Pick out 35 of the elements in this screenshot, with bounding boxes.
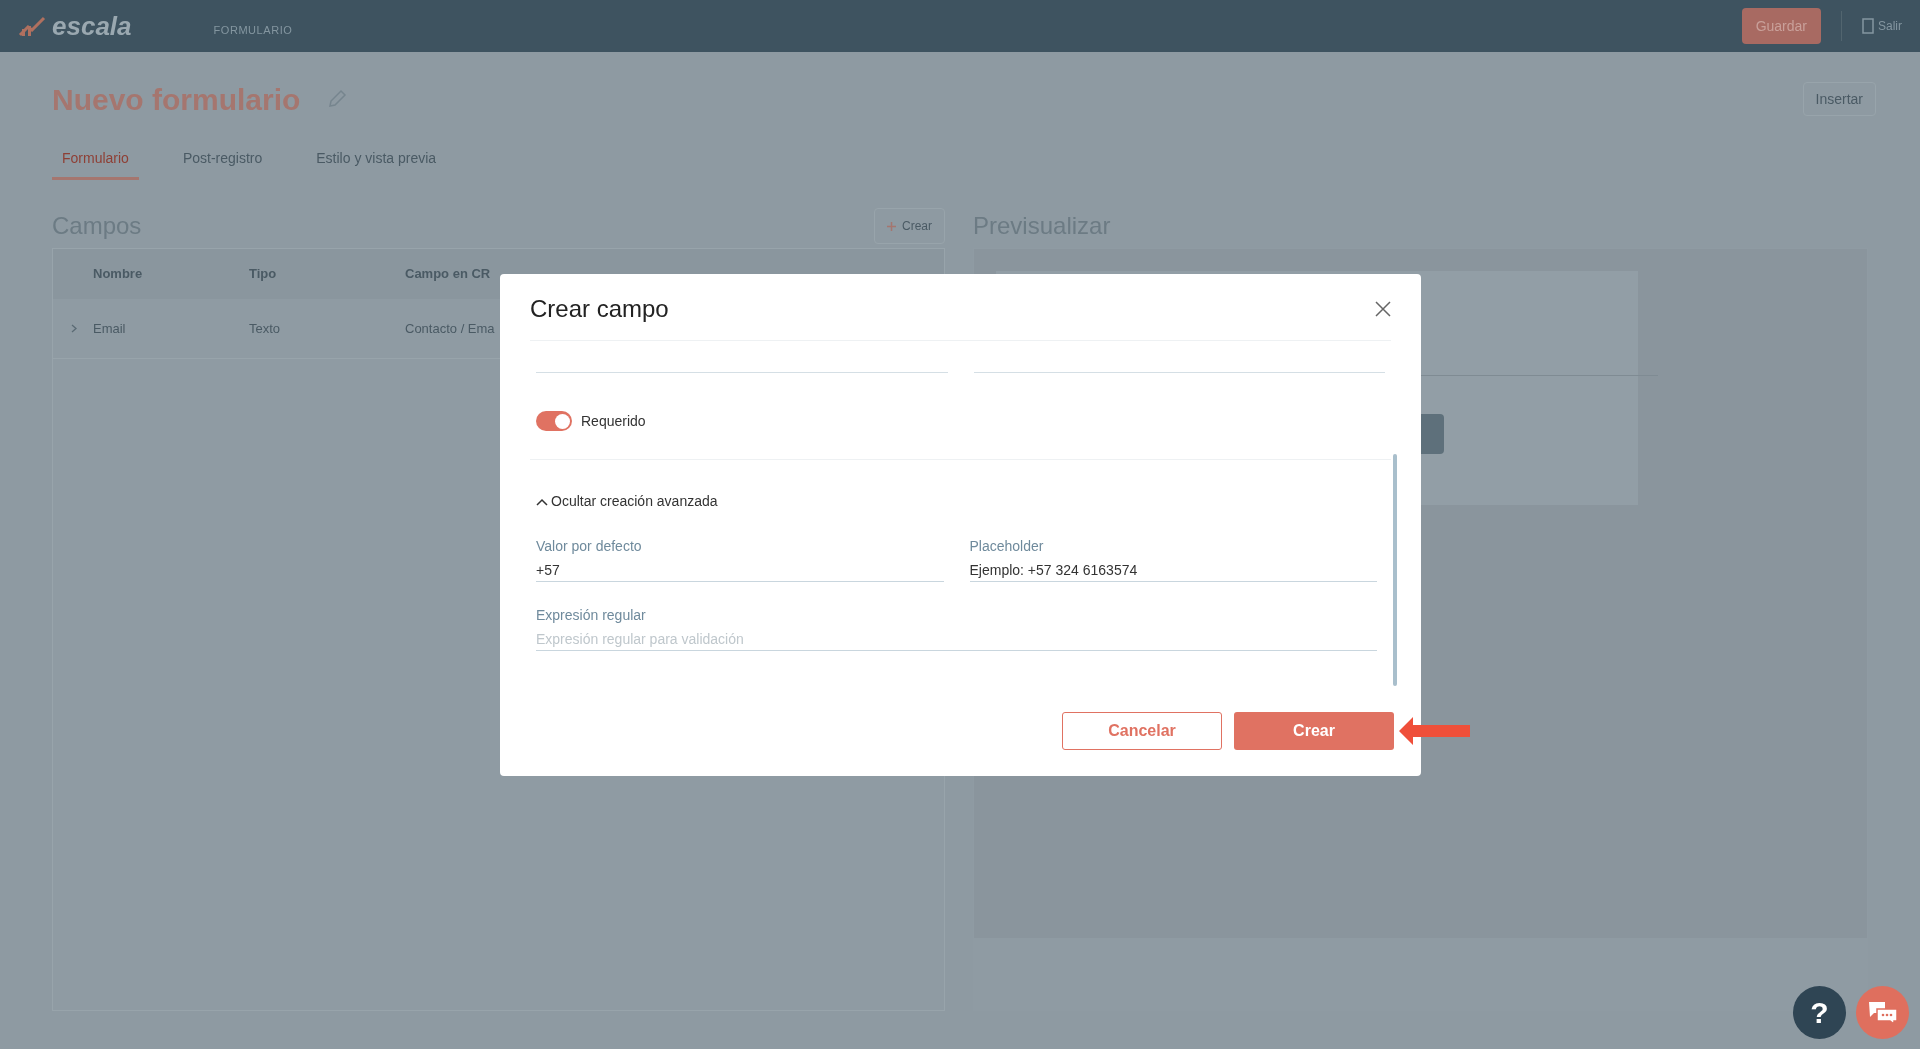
create-button[interactable]: Crear (1234, 712, 1394, 750)
field-label: Placeholder (969, 537, 1045, 554)
chevron-right-icon[interactable] (71, 324, 77, 333)
switch-label: Requerido (581, 411, 646, 431)
table-cell-text: Texto (249, 319, 282, 338)
modal-title: Crear campo (530, 294, 669, 324)
required-switch[interactable] (536, 411, 572, 431)
column-header: Tipo (249, 265, 278, 284)
text-field[interactable]: Ejemplo: +57 324 6163574 (969, 558, 1377, 582)
advanced-toggle[interactable]: Ocultar creación avanzada (536, 491, 718, 512)
chat-icon (1867, 1000, 1898, 1025)
table-cell-text: Contacto / Ema (405, 319, 496, 338)
create-button[interactable]: Crear (874, 208, 945, 244)
logo-icon (18, 15, 48, 37)
column-header: Campo en CR (405, 265, 492, 284)
cancel-button[interactable]: Cancelar (1062, 712, 1222, 750)
text-field[interactable]: Expresión regular para validación (536, 627, 1377, 651)
text-field[interactable]: +57 (536, 558, 944, 582)
close-icon[interactable] (1375, 301, 1391, 317)
exit-button[interactable]: Salir (1878, 17, 1902, 35)
tab[interactable]: Estilo y vista previa (306, 140, 447, 180)
chat-button[interactable] (1856, 986, 1909, 1039)
table-cell-text: Email (93, 319, 127, 338)
logo-text: escala (52, 9, 132, 43)
chevron-up-icon (536, 496, 548, 507)
column-header: Nombre (93, 265, 144, 284)
tab[interactable]: Post-registro (172, 140, 273, 180)
door-icon (1862, 18, 1874, 34)
tab[interactable]: Formulario (52, 140, 139, 180)
insert-button[interactable]: Insertar (1802, 82, 1876, 116)
section-label: FORMULARIO (213, 22, 293, 38)
field-label: Valor por defecto (536, 537, 643, 554)
save-button[interactable]: Guardar (1741, 8, 1821, 44)
field-label: Expresión regular (536, 606, 647, 623)
plus-icon (887, 221, 896, 231)
